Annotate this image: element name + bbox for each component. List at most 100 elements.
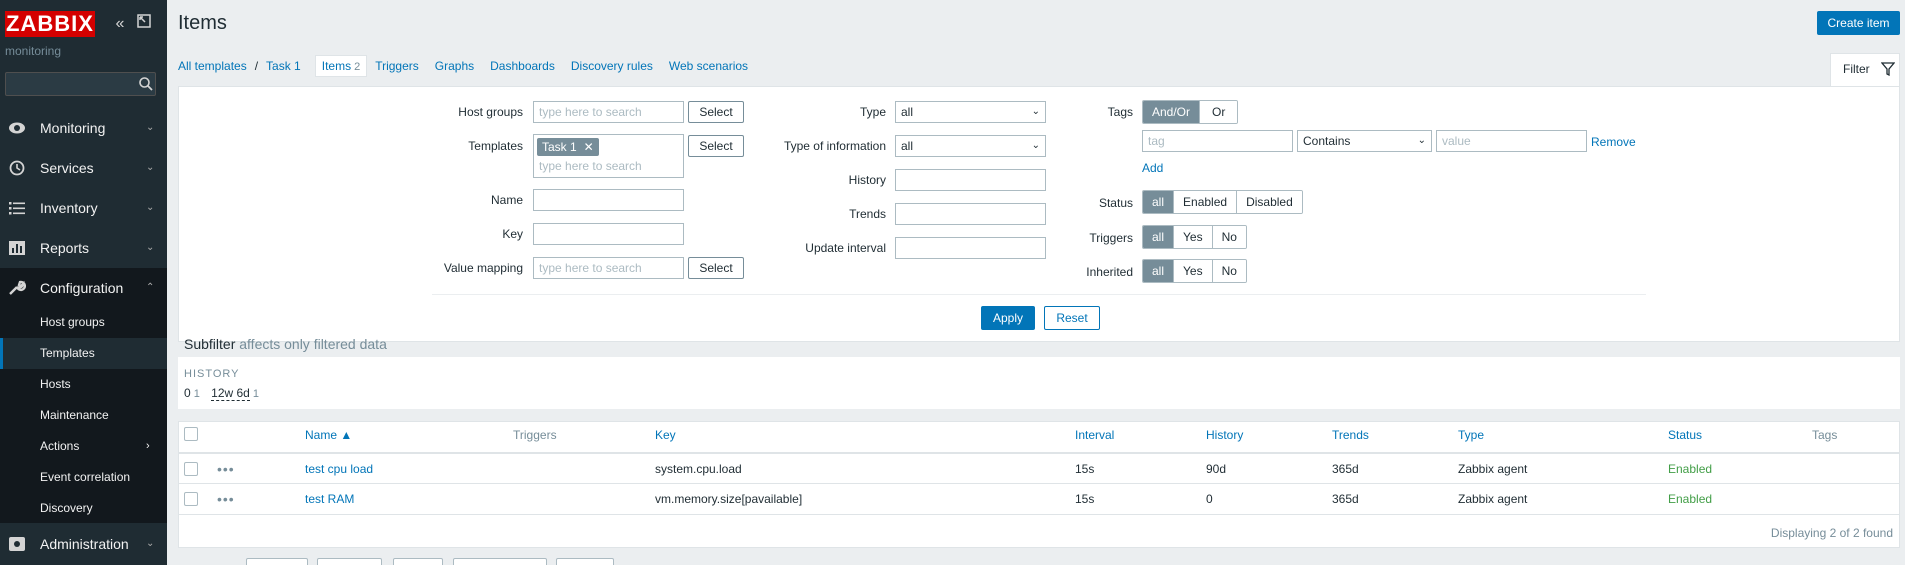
mass-action-button[interactable] [393, 558, 443, 565]
submenu-event-correlation[interactable]: Event correlation [0, 462, 167, 493]
reset-button[interactable]: Reset [1044, 306, 1100, 330]
filter-tab[interactable]: Filter [1830, 53, 1900, 87]
menu-configuration[interactable]: Configuration ⌃ [0, 268, 167, 308]
triggers-toggle[interactable]: all Yes No [1142, 225, 1247, 249]
column-header-name[interactable]: Name ▲ [305, 428, 352, 442]
remove-tag-link[interactable]: Remove [1591, 135, 1636, 149]
value-mapping-input[interactable]: type here to search [533, 257, 684, 279]
mass-action-button[interactable] [453, 558, 547, 565]
tab-web-scenarios[interactable]: Web scenarios [669, 59, 748, 73]
select-all-checkbox[interactable] [184, 427, 198, 441]
list-icon [9, 202, 25, 215]
subfilter-heading: Subfilter [184, 336, 236, 352]
trends-input[interactable] [895, 203, 1046, 225]
tags-andor-option[interactable]: And/Or [1143, 101, 1201, 123]
inherited-yes-option[interactable]: Yes [1174, 260, 1213, 282]
menu-reports[interactable]: Reports ⌄ [0, 228, 167, 268]
tab-dashboards[interactable]: Dashboards [490, 59, 555, 73]
inherited-all-option[interactable]: all [1143, 260, 1175, 282]
item-status-link[interactable]: Enabled [1668, 484, 1712, 515]
item-key: vm.memory.size[pavailable] [655, 492, 803, 506]
more-actions-icon[interactable]: ••• [217, 454, 235, 485]
status-disabled-option[interactable]: Disabled [1237, 191, 1302, 213]
mass-action-button[interactable] [246, 558, 308, 565]
tab-items[interactable]: Items 2 [314, 55, 368, 77]
mass-action-button[interactable] [317, 558, 382, 565]
column-header-status[interactable]: Status [1668, 428, 1702, 442]
apply-button[interactable]: Apply [981, 306, 1035, 330]
page-title: Items [178, 12, 227, 34]
tags-evaltype-toggle[interactable]: And/Or Or [1142, 100, 1239, 124]
tag-operator-select[interactable]: Contains ⌄ [1297, 130, 1432, 152]
type-select[interactable]: all ⌄ [895, 101, 1046, 123]
tab-triggers[interactable]: Triggers [375, 59, 419, 73]
triggers-all-option[interactable]: all [1143, 226, 1175, 248]
submenu-discovery[interactable]: Discovery [0, 493, 167, 524]
row-checkbox[interactable] [184, 462, 198, 476]
triggers-no-option[interactable]: No [1212, 226, 1246, 248]
add-tag-link[interactable]: Add [1142, 161, 1163, 175]
item-name-link[interactable]: test RAM [305, 484, 354, 515]
submenu-hosts[interactable]: Hosts [0, 369, 167, 400]
submenu-templates[interactable]: Templates [0, 338, 167, 369]
breadcrumb-template[interactable]: Task 1 [266, 59, 301, 73]
status-all-option[interactable]: all [1143, 191, 1175, 213]
tab-graphs[interactable]: Graphs [435, 59, 474, 73]
item-trends: 365d [1332, 492, 1359, 506]
type-of-information-select[interactable]: all ⌄ [895, 135, 1046, 157]
item-type: Zabbix agent [1458, 492, 1528, 506]
row-checkbox[interactable] [184, 492, 198, 506]
menu-administration[interactable]: Administration ⌄ [0, 524, 167, 564]
status-enabled-option[interactable]: Enabled [1174, 191, 1238, 213]
name-input[interactable] [533, 189, 684, 211]
value-mapping-select-button[interactable]: Select [688, 257, 744, 279]
collapse-sidebar-icon[interactable]: « [110, 14, 130, 34]
kiosk-mode-icon[interactable] [134, 14, 154, 34]
item-status-link[interactable]: Enabled [1668, 454, 1712, 485]
column-header-key[interactable]: Key [655, 428, 676, 442]
sidebar-search-input[interactable] [5, 72, 156, 96]
menu-inventory[interactable]: Inventory ⌄ [0, 188, 167, 228]
tag-name-input[interactable]: tag [1142, 130, 1293, 152]
templates-select-button[interactable]: Select [688, 135, 744, 157]
menu-monitoring[interactable]: Monitoring ⌄ [0, 108, 167, 148]
tags-or-option[interactable]: Or [1200, 101, 1238, 123]
key-input[interactable] [533, 223, 684, 245]
submenu-host-groups[interactable]: Host groups [0, 307, 167, 338]
subfilter-note: affects only filtered data [239, 336, 387, 352]
column-header-type[interactable]: Type [1458, 428, 1484, 442]
inherited-no-option[interactable]: No [1212, 260, 1246, 282]
submenu-maintenance[interactable]: Maintenance [0, 400, 167, 431]
update-interval-input[interactable] [895, 237, 1046, 259]
subfilter-value[interactable]: 12w 6d [211, 386, 250, 401]
menu-label: Configuration [40, 280, 124, 296]
history-input[interactable] [895, 169, 1046, 191]
subfilter-value[interactable]: 0 [184, 386, 191, 400]
zabbix-logo[interactable]: ZABBIX [5, 11, 95, 37]
inherited-toggle[interactable]: all Yes No [1142, 259, 1247, 283]
sidebar-subtitle: monitoring [5, 44, 62, 58]
breadcrumb-all-templates[interactable]: All templates [178, 59, 247, 73]
submenu-actions[interactable]: Actions › [0, 431, 167, 462]
tab-discovery-rules[interactable]: Discovery rules [571, 59, 653, 73]
column-header-history[interactable]: History [1206, 428, 1243, 442]
name-label: Name [490, 193, 523, 207]
tag-value-input[interactable]: value [1436, 130, 1587, 152]
more-actions-icon[interactable]: ••• [217, 484, 235, 515]
templates-multiselect[interactable]: Task 1 ✕ type here to search [533, 134, 684, 178]
remove-chip-icon[interactable]: ✕ [584, 138, 594, 156]
triggers-yes-option[interactable]: Yes [1174, 226, 1213, 248]
host-groups-label: Host groups [458, 105, 523, 119]
search-icon[interactable] [138, 76, 154, 92]
tag-operator-value: Contains [1303, 134, 1351, 148]
item-name-link[interactable]: test cpu load [305, 454, 373, 485]
mass-action-button[interactable] [556, 558, 614, 565]
tags-label: Tags [1107, 105, 1133, 119]
status-toggle[interactable]: all Enabled Disabled [1142, 190, 1303, 214]
column-header-trends[interactable]: Trends [1332, 428, 1369, 442]
host-groups-input[interactable]: type here to search [533, 101, 684, 123]
column-header-interval[interactable]: Interval [1075, 428, 1114, 442]
create-item-button[interactable]: Create item [1817, 11, 1900, 35]
menu-services[interactable]: Services ⌄ [0, 148, 167, 188]
host-groups-select-button[interactable]: Select [688, 101, 744, 123]
